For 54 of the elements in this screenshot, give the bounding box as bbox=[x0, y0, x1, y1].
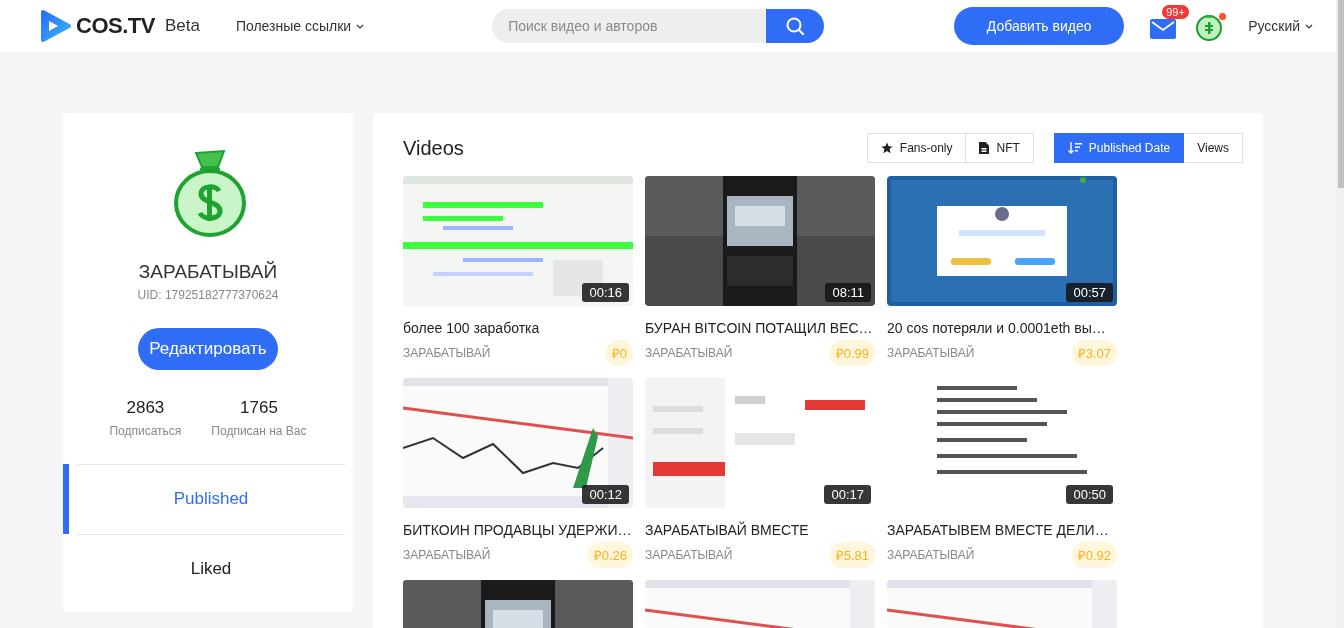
sort-button[interactable]: Views bbox=[1184, 133, 1243, 163]
video-title[interactable]: более 100 заработка bbox=[403, 320, 633, 336]
video-title[interactable]: ЗАРАБАТЫВАЙ ВМЕСТЕ bbox=[645, 522, 875, 538]
video-title[interactable]: 20 cos потеряли и 0.0001eth вы… bbox=[887, 320, 1117, 336]
stat-label: Подписан на Вас bbox=[211, 424, 307, 438]
scrollbar[interactable] bbox=[1336, 0, 1344, 628]
search-icon bbox=[785, 16, 806, 36]
stat-label: Подписаться bbox=[109, 424, 182, 438]
video-title[interactable]: БУРАН BITCOIN ПОТАЩИЛ ВЕС… bbox=[645, 320, 875, 336]
video-duration: 00:17 bbox=[824, 485, 871, 504]
video-duration: 08:11 bbox=[825, 283, 871, 302]
beta-label: Beta bbox=[164, 16, 200, 36]
user-id: UID: 17925182777370624 bbox=[137, 288, 279, 302]
video-author[interactable]: ЗАРАБАТЫВАЙ bbox=[645, 548, 733, 562]
sort-button[interactable]: Published Date bbox=[1053, 133, 1185, 163]
video-price: ₽0 bbox=[605, 340, 633, 366]
profile-name: ЗАРАБАТЫВАЙ bbox=[138, 261, 278, 283]
stat-value: 2863 bbox=[126, 398, 165, 418]
video-author[interactable]: ЗАРАБАТЫВАЙ bbox=[403, 346, 491, 360]
video-price: ₽3.07 bbox=[1071, 340, 1117, 366]
section-title: Videos bbox=[403, 136, 464, 160]
edit-button[interactable]: Редактировать bbox=[138, 328, 278, 370]
video-price: ₽0.92 bbox=[1071, 542, 1117, 568]
search-button[interactable] bbox=[766, 9, 825, 43]
video-title[interactable]: ЗАРАБАТЫВЕМ ВМЕСТЕ ДЕЛИ… bbox=[887, 522, 1117, 538]
useful-links-menu[interactable]: Полезные ссылки bbox=[235, 18, 365, 34]
video-price: ₽5.81 bbox=[829, 542, 875, 568]
language-menu[interactable]: Русский bbox=[1248, 18, 1314, 34]
logo-text[interactable]: COS.TV bbox=[76, 13, 155, 39]
sort-icon bbox=[1067, 142, 1082, 154]
video-duration: 00:50 bbox=[1066, 485, 1113, 504]
add-video-button[interactable]: Добавить видео bbox=[954, 7, 1125, 45]
stat-value: 1765 bbox=[240, 398, 278, 418]
play-logo-icon[interactable] bbox=[38, 9, 72, 43]
notification-badge: 99+ bbox=[1162, 5, 1189, 19]
video-duration: 00:16 bbox=[582, 283, 629, 302]
filter-button[interactable]: NFT bbox=[966, 133, 1034, 163]
video-author[interactable]: ЗАРАБАТЫВАЙ bbox=[887, 346, 975, 360]
video-duration: 00:57 bbox=[1066, 283, 1113, 302]
video-duration: 00:12 bbox=[582, 485, 629, 504]
search-field[interactable]: Поиск видео и авторов bbox=[492, 9, 767, 43]
mail-icon[interactable] bbox=[1150, 19, 1177, 39]
caret-icon bbox=[356, 23, 365, 29]
video-author[interactable]: ЗАРАБАТЫВАЙ bbox=[403, 548, 491, 562]
video-author[interactable]: ЗАРАБАТЫВАЙ bbox=[645, 346, 733, 360]
video-author[interactable]: ЗАРАБАТЫВАЙ bbox=[887, 548, 975, 562]
video-title[interactable]: БИТКОИН ПРОДАВЦЫ УДЕРЖИ… bbox=[403, 522, 633, 538]
filter-button[interactable]: Fans-only bbox=[866, 133, 967, 163]
video-price: ₽0.26 bbox=[587, 542, 633, 568]
star-icon bbox=[880, 142, 893, 154]
video-price: ₽0.99 bbox=[829, 340, 875, 366]
status-dot bbox=[1219, 13, 1227, 20]
document-icon bbox=[979, 142, 990, 154]
caret-icon bbox=[1305, 23, 1314, 29]
